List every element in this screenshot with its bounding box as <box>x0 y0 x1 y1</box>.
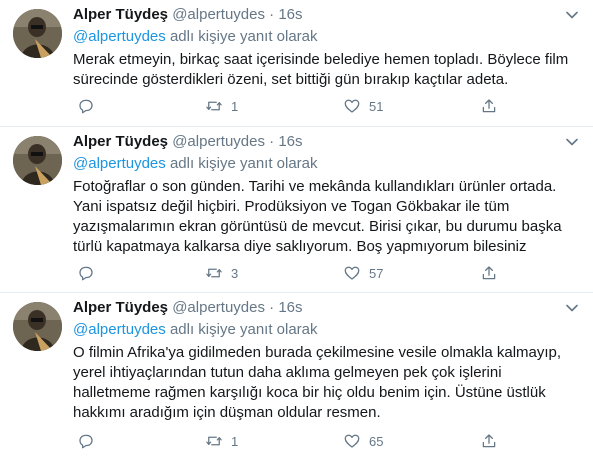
retweet-icon <box>206 101 222 111</box>
tweet-timeline: Alper Tüydeş @alpertuydes · 16s @alpertu… <box>0 0 593 463</box>
tweet-actions: 1 51 <box>73 96 579 116</box>
separator-dot: · <box>269 299 275 316</box>
like-button[interactable]: 65 <box>343 431 383 451</box>
reply-context: @alpertuydes adlı kişiye yanıt olarak <box>73 154 579 174</box>
tweet-text-line: hakkımı aradığım için düşman oldular res… <box>73 404 381 421</box>
share-icon <box>482 434 496 448</box>
user-handle[interactable]: @alpertuydes <box>172 6 265 23</box>
tweet[interactable]: Alper Tüydeş @alpertuydes · 16s @alpertu… <box>0 0 593 127</box>
reply-context-text: adlı kişiye yanıt olarak <box>165 155 318 172</box>
separator-dot: · <box>269 133 275 150</box>
reply-mention-link[interactable]: @alpertuydes <box>73 155 166 172</box>
like-button[interactable]: 51 <box>343 96 383 116</box>
share-icon <box>482 99 496 113</box>
tweet[interactable]: Alper Tüydeş @alpertuydes · 16s @alpertu… <box>0 293 593 463</box>
tweet-text-line: türlü kapatmaya kalkarsa diye saklıyorum… <box>73 238 527 255</box>
like-icon <box>344 434 360 448</box>
tweet-text: Merak etmeyin, birkaç saat içerisinde be… <box>73 50 579 90</box>
like-button[interactable]: 57 <box>343 263 383 283</box>
chevron-down-icon[interactable] <box>565 8 579 22</box>
retweet-button[interactable]: 1 <box>205 96 238 116</box>
timestamp[interactable]: 16s <box>278 6 302 23</box>
tweet-actions: 1 65 <box>73 431 579 451</box>
chevron-down-icon[interactable] <box>565 135 579 149</box>
avatar-photo <box>13 302 62 351</box>
reply-button[interactable] <box>77 96 103 116</box>
share-button[interactable] <box>480 431 498 451</box>
reply-mention-link[interactable]: @alpertuydes <box>73 28 166 45</box>
retweet-count: 1 <box>231 433 239 449</box>
reply-mention-link[interactable]: @alpertuydes <box>73 321 166 338</box>
tweet-header: Alper Tüydeş @alpertuydes · 16s <box>73 5 579 25</box>
tweet[interactable]: Alper Tüydeş @alpertuydes · 16s @alpertu… <box>0 127 593 293</box>
display-name[interactable]: Alper Tüydeş <box>73 6 168 23</box>
tweet-text-line: Fotoğraflar o son günden. Tarihi ve mekâ… <box>73 178 557 195</box>
reply-context-text: adlı kişiye yanıt olarak <box>165 28 318 45</box>
tweet-text: Fotoğraflar o son günden. Tarihi ve mekâ… <box>73 177 579 257</box>
tweet-text-line: Yani ispatsız değil hiçbiri. Prodüksiyon… <box>73 198 510 215</box>
timestamp[interactable]: 16s <box>278 133 302 150</box>
avatar[interactable] <box>13 302 62 351</box>
share-icon <box>482 266 496 280</box>
like-icon <box>344 99 360 113</box>
reply-icon <box>79 99 93 114</box>
tweet-text-line: yerel ihtiyaçlarından tutun daha aklıma … <box>73 364 502 381</box>
retweet-icon <box>206 268 222 278</box>
reply-icon <box>79 434 93 449</box>
like-icon <box>344 266 360 280</box>
retweet-button[interactable]: 3 <box>205 263 238 283</box>
retweet-count: 1 <box>231 98 239 114</box>
display-name[interactable]: Alper Tüydeş <box>73 299 168 316</box>
avatar-photo <box>13 9 62 58</box>
reply-button[interactable] <box>77 431 103 451</box>
like-count: 65 <box>369 433 384 449</box>
reply-context: @alpertuydes adlı kişiye yanıt olarak <box>73 27 579 47</box>
tweet-header: Alper Tüydeş @alpertuydes · 16s <box>73 298 579 318</box>
reply-button[interactable] <box>77 263 103 283</box>
display-name[interactable]: Alper Tüydeş <box>73 133 168 150</box>
tweet-actions: 3 57 <box>73 263 579 283</box>
avatar[interactable] <box>13 136 62 185</box>
separator-dot: · <box>269 6 275 23</box>
tweet-header: Alper Tüydeş @alpertuydes · 16s <box>73 132 579 152</box>
tweet-text-line: sürecinde gösterdikleri özeni, set bitti… <box>73 71 509 88</box>
retweet-count: 3 <box>231 265 239 281</box>
avatar[interactable] <box>13 9 62 58</box>
share-button[interactable] <box>480 263 498 283</box>
reply-icon <box>79 266 93 281</box>
like-count: 51 <box>369 98 384 114</box>
tweet-text-line: yazışmalarımın ekran görüntüsü de mevcut… <box>73 218 562 235</box>
user-handle[interactable]: @alpertuydes <box>172 299 265 316</box>
chevron-down-icon[interactable] <box>565 301 579 315</box>
tweet-text-line: O filmin Afrika'ya gidilmeden burada çek… <box>73 344 562 361</box>
share-button[interactable] <box>480 96 498 116</box>
retweet-button[interactable]: 1 <box>205 431 238 451</box>
tweet-text-line: Merak etmeyin, birkaç saat içerisinde be… <box>73 51 569 68</box>
retweet-icon <box>206 436 222 446</box>
reply-context-text: adlı kişiye yanıt olarak <box>165 321 318 338</box>
tweet-text: O filmin Afrika'ya gidilmeden burada çek… <box>73 343 579 423</box>
tweet-text-line: halletmeme rağmen karşılığı koca bir hiç… <box>73 384 546 401</box>
avatar-photo <box>13 136 62 185</box>
user-handle[interactable]: @alpertuydes <box>172 133 265 150</box>
timestamp[interactable]: 16s <box>278 299 302 316</box>
reply-context: @alpertuydes adlı kişiye yanıt olarak <box>73 320 579 340</box>
like-count: 57 <box>369 265 384 281</box>
